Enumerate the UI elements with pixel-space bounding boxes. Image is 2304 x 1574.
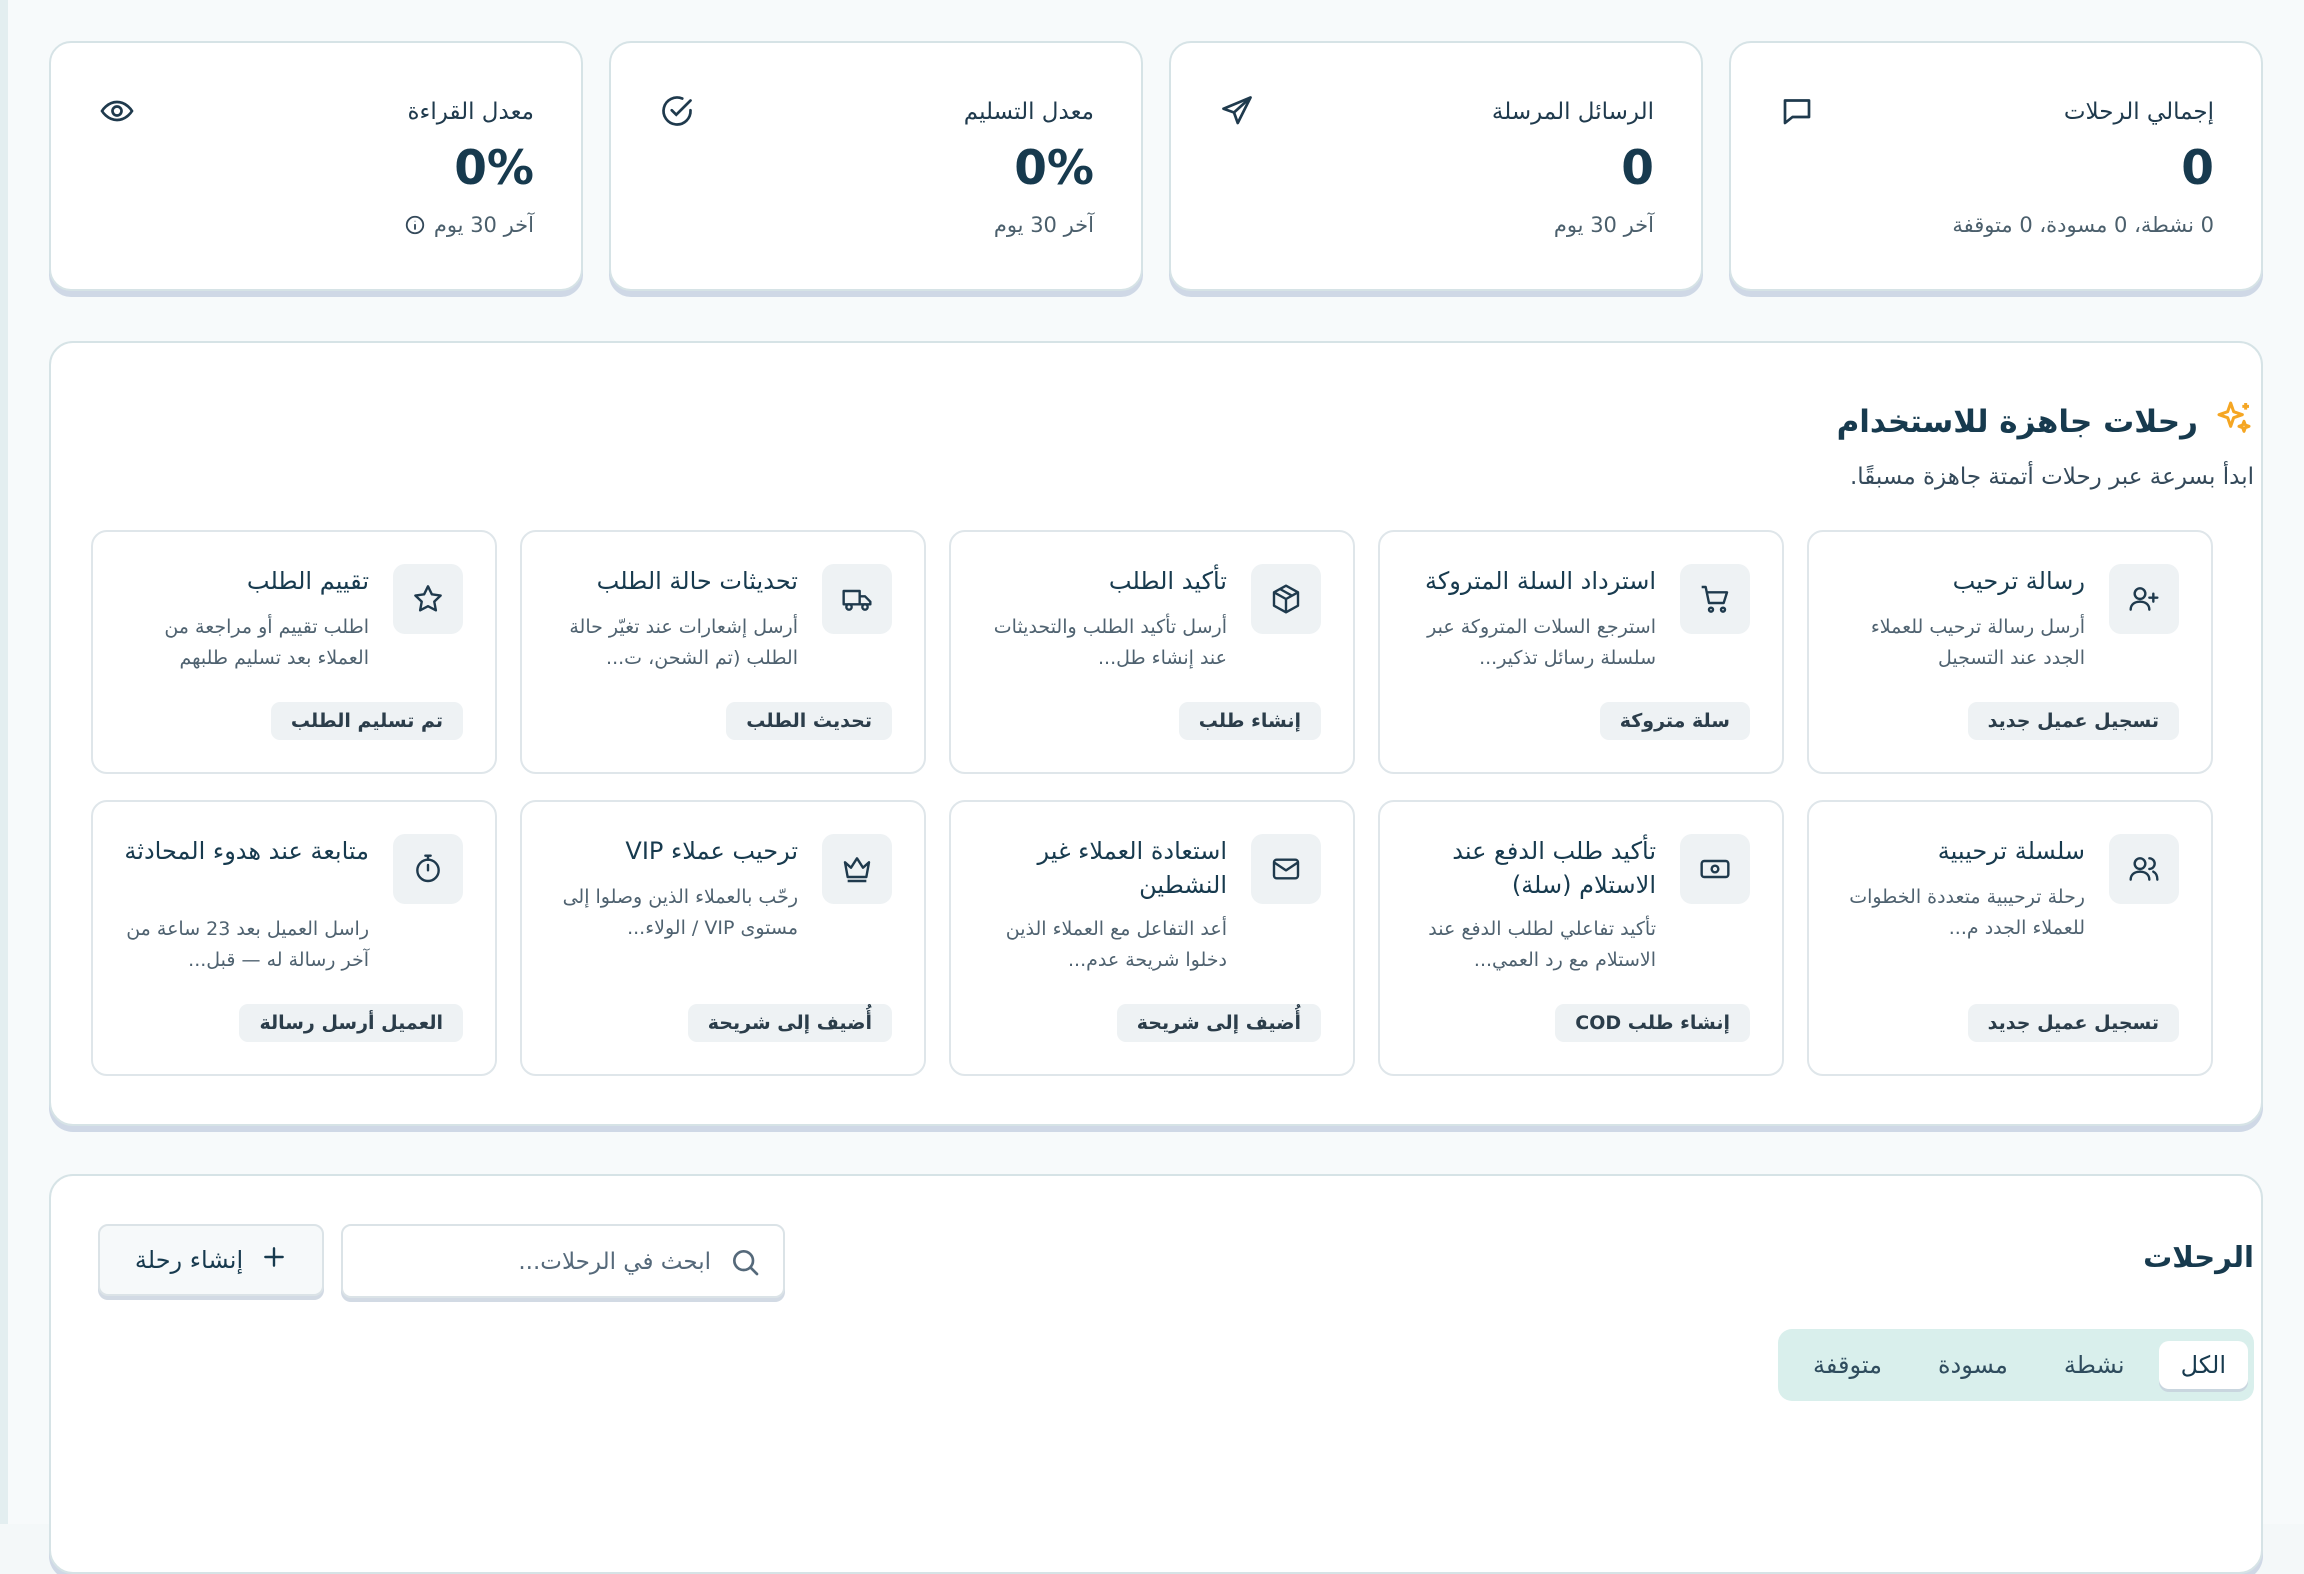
templates-title: رحلات جاهزة للاستخدام	[1837, 398, 2254, 446]
stat-value: 0%	[1014, 141, 1094, 196]
template-title: ترحيب عملاء VIP	[625, 837, 798, 865]
star-icon	[393, 564, 463, 634]
search-icon	[729, 1246, 761, 1278]
template-card-welcome-series[interactable]: سلسلة ترحيبية رحلة ترحيبية متعددة الخطوا…	[1807, 800, 2213, 1076]
tab-all[interactable]: الكل	[2158, 1341, 2248, 1389]
template-trigger-badge: أُضيف إلى شريحة	[687, 1004, 892, 1042]
template-trigger-badge: تسجيل عميل جديد	[1967, 1004, 2179, 1042]
banknote-icon	[1680, 834, 1750, 904]
package-icon	[1251, 564, 1321, 634]
stat-card-delivery-rate: معدل التسليم 0% آخر 30 يوم	[609, 41, 1143, 291]
template-desc: اطلب تقييم أو مراجعة من العملاء بعد تسلي…	[164, 616, 369, 669]
user-plus-icon	[2109, 564, 2179, 634]
template-title: سلسلة ترحيبية	[1937, 837, 2085, 865]
template-trigger-badge: أُضيف إلى شريحة	[1116, 1004, 1321, 1042]
template-card-abandoned-cart[interactable]: استرداد السلة المتروكة استرجع السلات الم…	[1378, 530, 1784, 774]
info-icon[interactable]	[404, 214, 426, 236]
template-card-idle-followup[interactable]: متابعة عند هدوء المحادثة راسل العميل بعد…	[91, 800, 497, 1076]
templates-grid: رسالة ترحيب أرسل رسالة ترحيب للعملاء الج…	[91, 530, 2213, 1076]
eye-icon	[99, 93, 135, 129]
template-card-order-status-updates[interactable]: تحديثات حالة الطلب أرسل إشعارات عند تغيّ…	[520, 530, 926, 774]
search-box	[341, 1224, 785, 1298]
stat-value: 0	[1621, 141, 1654, 196]
truck-icon	[822, 564, 892, 634]
template-title: رسالة ترحيب	[1952, 567, 2085, 595]
template-trigger-badge: تحديث الطلب	[726, 702, 892, 740]
tab-draft[interactable]: مسودة	[1916, 1341, 2030, 1389]
template-trigger-badge: تسجيل عميل جديد	[1967, 702, 2179, 740]
template-desc: أرسل رسالة ترحيب للعملاء الجدد عند التسج…	[1870, 616, 2085, 669]
template-card-order-confirmation[interactable]: تأكيد الطلب أرسل تأكيد الطلب والتحديثات …	[949, 530, 1355, 774]
template-desc: رحّب بالعملاء الذين وصلوا إلى مستوى VIP …	[562, 886, 798, 939]
stat-label: إجمالي الرحلات	[2063, 99, 2214, 125]
template-desc: أعد التفاعل مع العملاء الذين دخلوا شريحة…	[1005, 918, 1227, 971]
stat-label: معدل القراءة	[407, 99, 535, 125]
stat-value: 0%	[454, 141, 534, 196]
create-journey-button[interactable]: إنشاء رحلة	[98, 1224, 324, 1296]
send-icon	[1219, 93, 1255, 129]
template-title: استعادة العملاء غير النشطين	[1037, 837, 1227, 899]
template-desc: راسل العميل بعد 23 ساعة من آخر رسالة له …	[126, 918, 369, 971]
crown-icon	[822, 834, 892, 904]
template-title: متابعة عند هدوء المحادثة	[124, 837, 369, 865]
template-card-cod-confirmation[interactable]: تأكيد طلب الدفع عند الاستلام (سلة) تأكيد…	[1378, 800, 1784, 1076]
mail-icon	[1251, 834, 1321, 904]
tab-active[interactable]: نشطة	[2042, 1341, 2147, 1389]
stat-sub-text: 0 نشطة، 0 مسودة، 0 متوقفة	[1952, 213, 2214, 237]
stat-card-messages-sent: الرسائل المرسلة 0 آخر 30 يوم	[1169, 41, 1703, 291]
stat-card-read-rate: معدل القراءة 0% آخر 30 يوم	[49, 41, 583, 291]
stat-card-total-journeys: إجمالي الرحلات 0 0 نشطة، 0 مسودة، 0 متوق…	[1729, 41, 2263, 291]
template-desc: أرسل إشعارات عند تغيّر حالة الطلب (تم ال…	[569, 616, 798, 669]
users-icon	[2109, 834, 2179, 904]
template-title: تقييم الطلب	[246, 567, 369, 595]
status-tabs: الكل نشطة مسودة متوقفة	[1778, 1329, 2254, 1401]
template-desc: استرجع السلات المتروكة عبر سلسلة رسائل ت…	[1427, 616, 1656, 669]
template-desc: أرسل تأكيد الطلب والتحديثات عند إنشاء طل…	[993, 616, 1227, 669]
stat-sub-text: آخر 30 يوم	[1553, 213, 1654, 237]
create-journey-label: إنشاء رحلة	[134, 1246, 244, 1274]
check-circle-icon	[659, 93, 695, 129]
template-card-winback[interactable]: استعادة العملاء غير النشطين أعد التفاعل …	[949, 800, 1355, 1076]
template-trigger-badge: العميل أرسل رسالة	[239, 1004, 463, 1042]
timer-icon	[393, 834, 463, 904]
template-card-order-review[interactable]: تقييم الطلب اطلب تقييم أو مراجعة من العم…	[91, 530, 497, 774]
stat-value: 0	[2181, 141, 2214, 196]
stat-sub: آخر 30 يوم	[404, 213, 534, 237]
template-desc: رحلة ترحيبية متعددة الخطوات للعملاء الجد…	[1849, 886, 2085, 939]
chat-bubble-icon	[1779, 93, 1815, 129]
journeys-title: الرحلات	[2143, 1240, 2254, 1274]
templates-subtitle: ابدأ بسرعة عبر رحلات أتمتة جاهزة مسبقًا.	[1849, 464, 2254, 490]
template-desc: تأكيد تفاعلي لطلب الدفع عند الاستلام مع …	[1428, 918, 1656, 971]
template-title: تحديثات حالة الطلب	[596, 567, 798, 595]
stat-label: معدل التسليم	[963, 99, 1094, 125]
tab-paused[interactable]: متوقفة	[1791, 1341, 1904, 1389]
templates-title-text: رحلات جاهزة للاستخدام	[1836, 404, 2198, 440]
sparkles-icon	[2214, 398, 2254, 446]
journeys-page: إجمالي الرحلات 0 0 نشطة، 0 مسودة، 0 متوق…	[0, 0, 2304, 1574]
template-title: استرداد السلة المتروكة	[1425, 567, 1656, 595]
template-trigger-badge: تم تسليم الطلب	[270, 702, 463, 740]
template-card-welcome-message[interactable]: رسالة ترحيب أرسل رسالة ترحيب للعملاء الج…	[1807, 530, 2213, 774]
template-title: تأكيد طلب الدفع عند الاستلام (سلة)	[1452, 837, 1656, 899]
template-trigger-badge: إنشاء طلب	[1178, 702, 1321, 740]
stat-sub: 0 نشطة، 0 مسودة، 0 متوقفة	[1952, 213, 2214, 237]
stat-label: الرسائل المرسلة	[1491, 99, 1654, 125]
template-title: تأكيد الطلب	[1108, 567, 1227, 595]
template-trigger-badge: سلة متروكة	[1599, 702, 1750, 740]
cart-icon	[1680, 564, 1750, 634]
plus-icon	[261, 1244, 287, 1276]
search-input[interactable]	[369, 1240, 713, 1284]
stat-sub-text: آخر 30 يوم	[433, 213, 534, 237]
stat-sub-text: آخر 30 يوم	[993, 213, 1094, 237]
stat-sub: آخر 30 يوم	[1554, 213, 1654, 237]
template-card-vip-welcome[interactable]: ترحيب عملاء VIP رحّب بالعملاء الذين وصلو…	[520, 800, 926, 1076]
stats-row: إجمالي الرحلات 0 0 نشطة، 0 مسودة، 0 متوق…	[49, 41, 2263, 291]
template-trigger-badge: إنشاء طلب COD	[1555, 1004, 1750, 1042]
stat-sub: آخر 30 يوم	[994, 213, 1094, 237]
